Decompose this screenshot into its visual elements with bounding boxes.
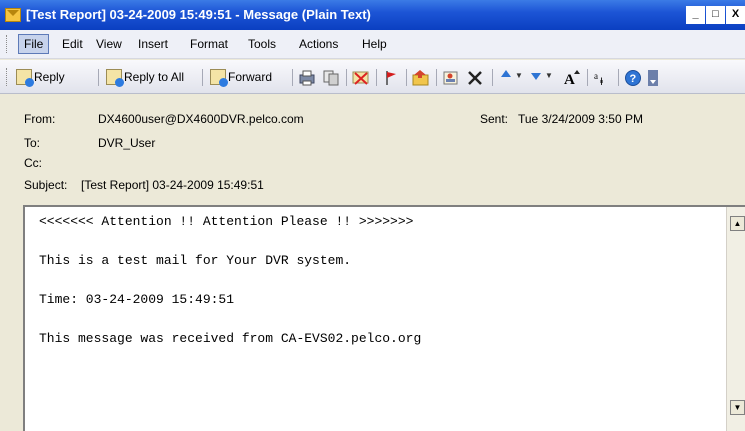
restore-button[interactable]: □ [706, 6, 725, 24]
cc-label: Cc: [24, 156, 42, 170]
envelope-icon [5, 8, 21, 22]
toolbar-separator [587, 69, 588, 86]
subject-label: Subject: [24, 178, 68, 192]
body-line: Time: 03-24-2009 15:49:51 [39, 292, 235, 307]
minimize-button[interactable]: _ [686, 6, 705, 24]
contacts-icon[interactable] [442, 69, 460, 87]
message-header: From: DX4600user@DX4600DVR.pelco.com Sen… [0, 95, 745, 205]
toolbar-grip-icon[interactable] [6, 68, 9, 86]
encoding-icon[interactable]: aǂ [593, 69, 613, 87]
from-value[interactable]: DX4600user@DX4600DVR.pelco.com [98, 112, 304, 126]
menu-help[interactable]: Help [362, 37, 387, 51]
subject-value: [Test Report] 03-24-2009 15:49:51 [81, 178, 264, 192]
copy-icon[interactable] [322, 69, 340, 87]
close-button[interactable]: X [726, 6, 745, 24]
toolbar-separator [292, 69, 293, 86]
print-icon[interactable] [298, 69, 316, 87]
menu-edit[interactable]: Edit [62, 37, 83, 51]
menu-view[interactable]: View [96, 37, 122, 51]
previous-item-icon [501, 70, 511, 77]
menu-file[interactable]: File [18, 34, 50, 54]
message-window: [Test Report] 03-24-2009 15:49:51 - Mess… [0, 0, 745, 431]
standard-toolbar: Reply Reply to All Forward ▼ ▼ A a ǂ ? [0, 60, 745, 94]
reply-all-label: Reply to All [124, 70, 185, 84]
reply-all-button[interactable]: Reply to All [106, 69, 185, 87]
menu-tools[interactable]: Tools [248, 37, 276, 51]
next-item-icon [531, 73, 541, 80]
svg-text:A: A [564, 72, 575, 87]
vertical-scrollbar[interactable]: ▲ ▼ [726, 207, 745, 431]
from-label: From: [24, 112, 56, 126]
flag-icon[interactable] [382, 69, 400, 87]
body-line: This message was received from CA-EVS02.… [39, 331, 422, 346]
window-controls: _ □ X [685, 6, 745, 24]
body-line: <<<<<<< Attention !! Attention Please !!… [39, 214, 414, 229]
to-label: To: [24, 136, 41, 150]
menu-insert[interactable]: Insert [138, 37, 168, 51]
toolbar-separator [376, 69, 377, 86]
toolbar-separator [202, 69, 203, 86]
mark-unread-icon[interactable] [352, 69, 370, 87]
body-line: This is a test mail for Your DVR system. [39, 253, 352, 268]
toolbar-overflow-button[interactable] [648, 70, 658, 86]
menu-format[interactable]: Format [190, 37, 228, 51]
forward-label: Forward [228, 70, 273, 84]
svg-text:ǂ: ǂ [600, 76, 603, 87]
chevron-down-icon: ▼ [545, 70, 553, 80]
sent-label: Sent: [480, 112, 509, 126]
delete-icon[interactable] [466, 69, 484, 87]
reply-button[interactable]: Reply [16, 69, 65, 87]
next-item-button[interactable]: ▼ [530, 69, 553, 81]
menu-bar: File Edit View Insert Format Tools Actio… [0, 30, 745, 59]
previous-item-button[interactable]: ▼ [500, 69, 523, 81]
window-title: [Test Report] 03-24-2009 15:49:51 - Mess… [26, 7, 371, 22]
to-value[interactable]: DVR_User [98, 136, 155, 150]
font-size-icon[interactable]: A [563, 69, 581, 87]
toolbar-separator [98, 69, 99, 86]
help-icon[interactable]: ? [624, 69, 642, 87]
toolbar-separator [406, 69, 407, 86]
scroll-down-icon[interactable]: ▼ [730, 400, 745, 415]
forward-icon [210, 69, 228, 87]
menubar-grip-icon[interactable] [6, 35, 9, 53]
move-to-folder-icon[interactable] [412, 69, 430, 87]
forward-button[interactable]: Forward [210, 69, 273, 87]
svg-text:?: ? [630, 73, 637, 85]
toolbar-separator [436, 69, 437, 86]
reply-all-icon [106, 69, 124, 87]
scroll-up-icon[interactable]: ▲ [730, 216, 745, 231]
toolbar-separator [618, 69, 619, 86]
chevron-down-icon [648, 70, 658, 86]
toolbar-separator [492, 69, 493, 86]
svg-text:a: a [594, 71, 598, 81]
message-body[interactable]: <<<<<<< Attention !! Attention Please !!… [23, 205, 745, 431]
reply-label: Reply [34, 70, 65, 84]
toolbar-separator [346, 69, 347, 86]
sent-value: Tue 3/24/2009 3:50 PM [518, 112, 643, 126]
title-bar[interactable]: [Test Report] 03-24-2009 15:49:51 - Mess… [0, 0, 745, 30]
chevron-down-icon: ▼ [515, 70, 523, 80]
menu-actions[interactable]: Actions [299, 37, 338, 51]
reply-icon [16, 69, 34, 87]
